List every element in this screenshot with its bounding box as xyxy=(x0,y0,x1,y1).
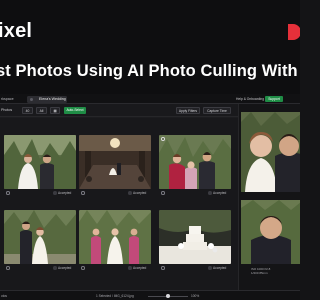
photo-card[interactable]: Accepted xyxy=(159,135,231,197)
tab-project-label: Elena's Wedding xyxy=(39,97,66,101)
photo-thumbnail[interactable] xyxy=(79,210,151,264)
photo-grid: Accepted Accepted Accepted Accepted Acce… xyxy=(0,118,238,290)
photo-footer: Accepted xyxy=(79,190,151,196)
photo-footer: Accepted xyxy=(159,190,231,196)
toolbar: Photos 40 All ▦ Auto-Select Apply Filter… xyxy=(0,104,238,117)
project-dot-icon xyxy=(30,98,33,101)
photos-label: Photos xyxy=(1,108,13,112)
metadata-line: 1/200 85mm xyxy=(251,271,268,275)
selection-circle-icon[interactable] xyxy=(161,137,165,141)
photo-status: Accepted xyxy=(133,190,147,195)
count-chip[interactable]: 40 xyxy=(22,107,33,114)
photo-footer: Accepted xyxy=(159,265,231,271)
check-icon[interactable] xyxy=(128,266,132,270)
photo-thumbnail[interactable] xyxy=(79,135,151,189)
sort-capture-time-dropdown[interactable]: Capture Time xyxy=(203,107,231,114)
tab-project[interactable]: Elena's Wedding xyxy=(27,96,67,103)
status-bar: otos 1 Selected / IMG_6124.jpg 100% xyxy=(0,290,300,300)
photo-footer: Accepted xyxy=(79,265,151,271)
photo-thumbnail[interactable] xyxy=(4,210,76,264)
zoom-slider-handle[interactable] xyxy=(166,294,170,298)
check-icon[interactable] xyxy=(208,191,212,195)
selection-info: 1 Selected / IMG_6124.jpg xyxy=(96,294,134,298)
photo-card[interactable]: Accepted xyxy=(4,135,76,197)
brand-logo-icon xyxy=(288,24,300,40)
photo-footer: Accepted xyxy=(4,265,76,271)
photo-card[interactable]: Accepted xyxy=(4,210,76,272)
tab-workspace[interactable]: rkspace xyxy=(1,96,14,103)
promo-banner: ixel st Photos Using AI Photo Culling Wi… xyxy=(0,0,300,94)
help-onboarding-link[interactable]: Help & Onboarding xyxy=(236,96,264,103)
tab-bar: rkspace Elena's Wedding Help & Onboardin… xyxy=(0,94,300,104)
rating-circle-icon[interactable] xyxy=(6,266,10,270)
auto-select-button[interactable]: Auto-Select xyxy=(64,107,86,114)
promo-headline: st Photos Using AI Photo Culling With I xyxy=(0,62,300,80)
grid-view-icon[interactable]: ▦ xyxy=(50,107,60,114)
photo-status: Accepted xyxy=(133,265,147,270)
rating-circle-icon[interactable] xyxy=(161,266,165,270)
check-icon[interactable] xyxy=(53,266,57,270)
preview-image-main[interactable] xyxy=(241,112,300,192)
apply-filters-button[interactable]: Apply Filters xyxy=(176,107,200,114)
rating-circle-icon[interactable] xyxy=(81,191,85,195)
photo-card[interactable]: Accepted xyxy=(159,210,231,272)
photo-thumbnail[interactable] xyxy=(159,135,231,189)
check-icon[interactable] xyxy=(128,191,132,195)
photo-status: Accepted xyxy=(58,265,72,270)
app-window: rkspace Elena's Wedding Help & Onboardin… xyxy=(0,94,300,300)
zoom-level: 100% xyxy=(191,294,200,298)
filter-chip[interactable]: All xyxy=(36,107,47,114)
photo-thumbnail[interactable] xyxy=(4,135,76,189)
photo-thumbnail[interactable] xyxy=(159,210,231,264)
check-icon[interactable] xyxy=(53,191,57,195)
photo-card[interactable]: Accepted xyxy=(79,210,151,272)
photo-card[interactable]: Accepted xyxy=(79,135,151,197)
photo-footer: Accepted xyxy=(4,190,76,196)
preview-image-secondary[interactable] xyxy=(241,200,300,264)
photo-count-label: otos xyxy=(1,294,8,298)
rating-circle-icon[interactable] xyxy=(161,191,165,195)
photo-metadata: ISO 1000 f/2.8 1/200 85mm xyxy=(251,267,270,275)
rating-circle-icon[interactable] xyxy=(81,266,85,270)
brand-wordmark: ixel xyxy=(0,20,33,42)
photo-status: Accepted xyxy=(58,190,72,195)
rating-circle-icon[interactable] xyxy=(6,191,10,195)
support-button[interactable]: Support xyxy=(265,96,283,102)
check-icon[interactable] xyxy=(208,266,212,270)
photo-status: Accepted xyxy=(213,190,227,195)
preview-panel: ISO 1000 f/2.8 1/200 85mm xyxy=(238,104,300,290)
photo-status: Accepted xyxy=(213,265,227,270)
